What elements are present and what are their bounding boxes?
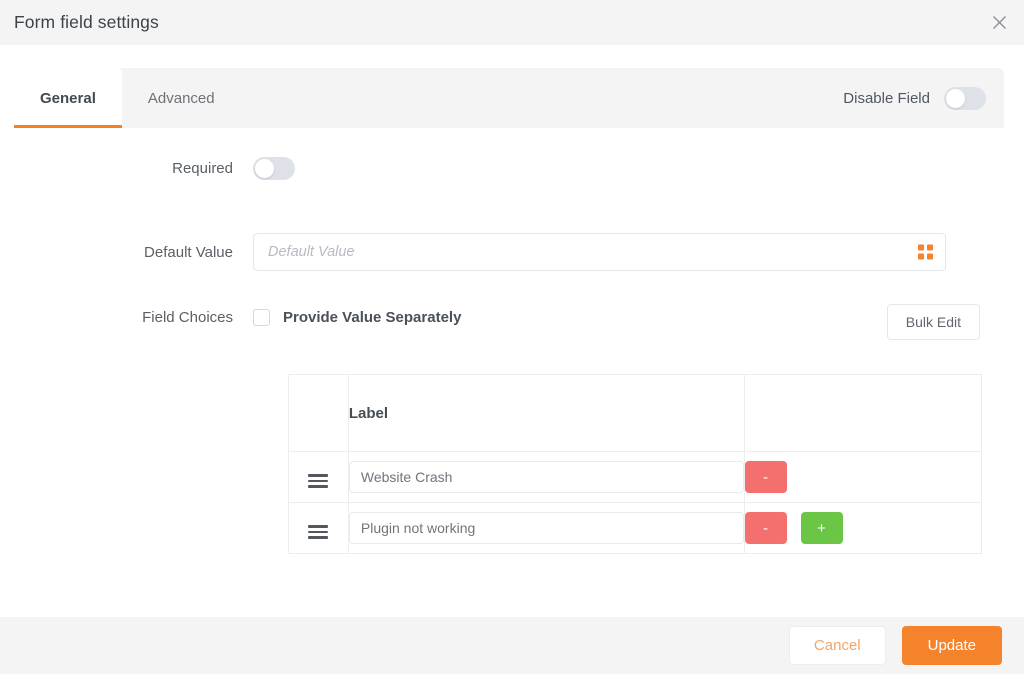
row-handle-cell: [289, 452, 349, 503]
table-body: - - +: [289, 452, 982, 554]
drag-handle-icon[interactable]: [305, 471, 331, 491]
default-value-label: Default Value: [0, 244, 253, 261]
cancel-button[interactable]: Cancel: [789, 626, 886, 665]
bulk-edit-button[interactable]: Bulk Edit: [887, 304, 980, 340]
table-row: -: [289, 452, 982, 503]
disable-field-label: Disable Field: [843, 90, 930, 107]
field-choices-row: Field Choices Provide Value Separately: [0, 309, 461, 326]
table-header-row: Label: [289, 375, 982, 452]
choice-label-input[interactable]: [349, 512, 744, 544]
toggle-knob: [946, 89, 965, 108]
row-actions-cell: -: [744, 452, 981, 503]
provide-value-separately-checkbox[interactable]: [253, 309, 270, 326]
required-toggle[interactable]: [253, 157, 295, 180]
close-icon[interactable]: [984, 7, 1014, 37]
handle-bar: [308, 474, 328, 477]
tab-advanced-label: Advanced: [148, 90, 215, 107]
field-choices-label: Field Choices: [0, 309, 253, 326]
add-choice-button[interactable]: +: [801, 512, 843, 544]
dialog-footer: Cancel Update: [0, 617, 1024, 674]
default-value-input[interactable]: [253, 233, 946, 271]
settings-body: Required Default Value Field Choices Pro…: [0, 128, 1024, 617]
remove-choice-button[interactable]: -: [745, 512, 787, 544]
grid-2x2-icon[interactable]: [918, 245, 933, 260]
disable-field-control: Disable Field: [843, 68, 1004, 128]
table-header-handle: [289, 375, 349, 452]
choice-label-input[interactable]: [349, 461, 744, 493]
update-button[interactable]: Update: [902, 626, 1002, 665]
dialog-titlebar: Form field settings: [0, 0, 1024, 45]
required-label: Required: [0, 160, 253, 177]
handle-bar: [308, 536, 328, 539]
default-value-row: Default Value: [0, 233, 946, 271]
row-actions: - +: [745, 512, 981, 544]
table-header-actions: [744, 375, 981, 452]
row-label-cell: [348, 503, 744, 554]
row-actions-cell: - +: [744, 503, 981, 554]
dialog-title: Form field settings: [14, 12, 159, 33]
tab-general[interactable]: General: [14, 68, 122, 128]
provide-value-separately-label: Provide Value Separately: [283, 309, 461, 326]
tab-general-label: General: [40, 90, 96, 107]
row-handle-cell: [289, 503, 349, 554]
table-row: - +: [289, 503, 982, 554]
grid-square: [918, 254, 924, 260]
default-value-input-wrap: [253, 233, 946, 271]
table-header-label: Label: [348, 375, 744, 452]
row-label-cell: [348, 452, 744, 503]
grid-square: [927, 245, 933, 251]
grid-square: [927, 254, 933, 260]
remove-choice-button[interactable]: -: [745, 461, 787, 493]
field-choices-table: Label -: [288, 374, 982, 554]
handle-bar: [308, 531, 328, 534]
row-actions: -: [745, 461, 981, 493]
table-head: Label: [289, 375, 982, 452]
handle-bar: [308, 480, 328, 483]
disable-field-toggle[interactable]: [944, 87, 986, 110]
required-row: Required: [0, 157, 295, 180]
handle-bar: [308, 525, 328, 528]
tab-strip: General Advanced Disable Field: [14, 68, 1004, 128]
toggle-knob: [255, 159, 274, 178]
grid-square: [918, 245, 924, 251]
tab-advanced[interactable]: Advanced: [122, 68, 241, 128]
handle-bar: [308, 485, 328, 488]
drag-handle-icon[interactable]: [305, 522, 331, 542]
